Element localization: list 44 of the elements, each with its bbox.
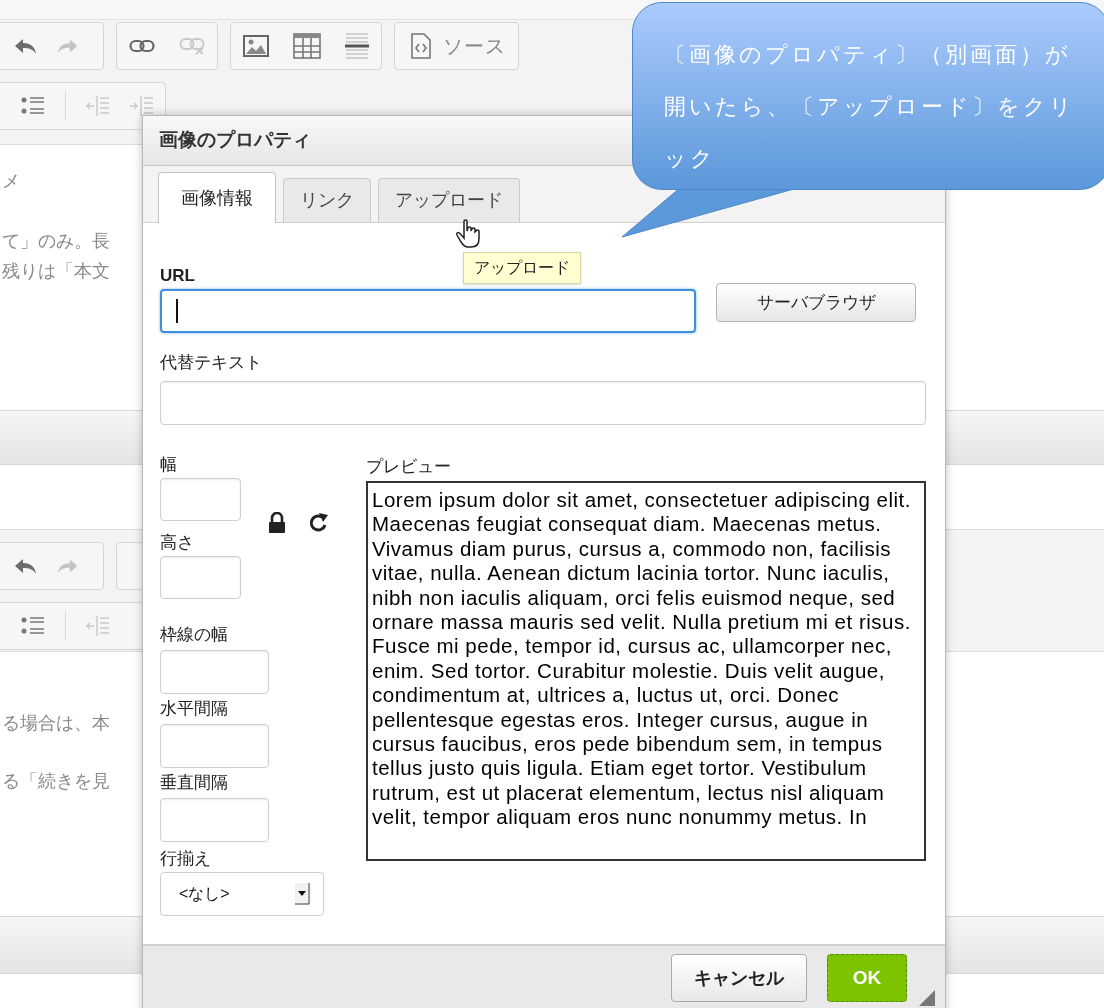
- tab[interactable]: 画像情報: [158, 172, 276, 223]
- table-icon[interactable]: [293, 33, 321, 59]
- field-label: 行揃え: [160, 849, 211, 869]
- field-label: 高さ: [160, 533, 194, 553]
- cancel-button[interactable]: キャンセル: [671, 954, 807, 1002]
- tooltip: アップロード: [463, 252, 581, 284]
- field-label: 代替テキスト: [160, 352, 262, 374]
- link-icon[interactable]: [129, 39, 155, 53]
- alignment-select[interactable]: <なし>: [160, 872, 324, 916]
- body-text: 残りは「本文: [2, 260, 110, 283]
- number-field[interactable]: [160, 650, 269, 694]
- server-browser-button[interactable]: サーバブラウザ: [716, 283, 916, 322]
- body-text: る「続きを見: [2, 770, 110, 793]
- preview-text: Lorem ipsum dolor sit amet, consectetuer adipiscing elit. Maecenas feugiat consequat diam. Maecenas metus. Vivamus diam purus, cursus a, commodo non, facilisis vitae, nulla. Aenean dictum lacinia tortor. Nunc iaculis, nibh non iaculis aliquam, orci felis euismod neque, sed ornare massa mauris sed velit. Nulla pretium mi et risus. Fusce mi pede, tempor id, cursus ac, ullamcorper nec, enim. Sed tortor. Curabitur molestie. Duis velit augue, condimentum at, ultrices a, luctus ut, orci. Donec pellentesque egestas eros. Integer cursus, augue in cursus faucibus, eros pede bibendum sem, in tempus tellus justo quis ligula. Etiam eget tortor. Vestibulum rutrum, est ut placerat elementum, lectus nisl aliquam velit, tempor aliquam eros nunc nonummy metus. In: [372, 488, 912, 830]
- resize-grip-icon[interactable]: [919, 990, 935, 1006]
- text-field[interactable]: [160, 289, 696, 333]
- document-code-icon[interactable]: [411, 33, 431, 59]
- number-field[interactable]: [160, 478, 241, 521]
- number-field[interactable]: [160, 556, 241, 599]
- body-text: る場合は、本: [2, 712, 110, 735]
- dropdown-arrow-icon[interactable]: [295, 883, 311, 905]
- bulleted-list-icon[interactable]: [21, 96, 45, 116]
- tab[interactable]: リンク: [283, 178, 371, 222]
- field-label: 枠線の幅: [160, 625, 228, 645]
- number-field[interactable]: [160, 798, 269, 842]
- lock-icon[interactable]: [267, 512, 287, 534]
- horizontal-line-icon[interactable]: [345, 32, 369, 60]
- bulleted-list-icon[interactable]: [21, 616, 45, 636]
- text-field[interactable]: [160, 381, 926, 425]
- preview-label: プレビュー: [366, 456, 451, 478]
- undo-icon[interactable]: [13, 557, 37, 575]
- field-label: 垂直間隔: [160, 773, 228, 793]
- field-label: URL: [160, 265, 195, 287]
- number-field[interactable]: [160, 724, 269, 768]
- body-text: て」のみ。長: [2, 230, 110, 253]
- image-icon[interactable]: [243, 35, 269, 57]
- body-text: メ: [2, 170, 20, 193]
- tab[interactable]: アップロード: [378, 178, 520, 222]
- callout-text: 〔画像のプロパティ〕（別画面）が開いたら、〔アップロード〕をクリック: [664, 41, 1076, 173]
- field-label: 水平間隔: [160, 699, 228, 719]
- dialog-title: 画像のプロパティ: [159, 128, 311, 153]
- field-label: 幅: [160, 455, 177, 475]
- undo-icon[interactable]: [13, 37, 37, 55]
- refresh-icon[interactable]: [309, 512, 329, 534]
